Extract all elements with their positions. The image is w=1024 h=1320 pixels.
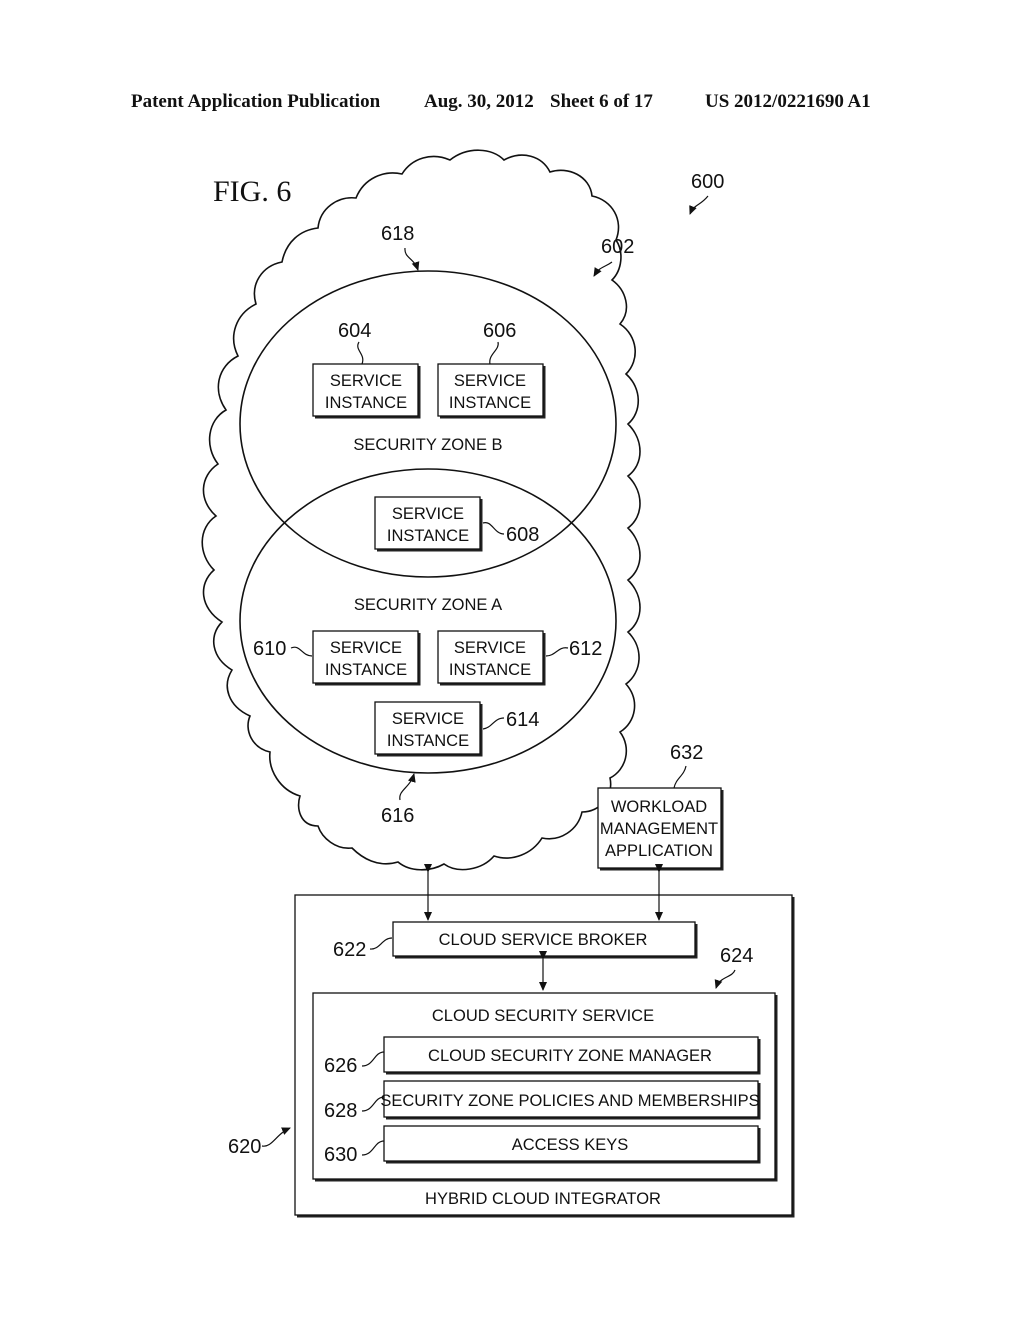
broker-label: CLOUD SERVICE BROKER <box>439 931 648 949</box>
instance-label-line2: INSTANCE <box>325 661 407 679</box>
figure-title: FIG. 6 <box>213 175 291 208</box>
workload-ref-632: 632 <box>670 742 703 764</box>
leader-line-606 <box>489 341 499 365</box>
leader-arrow-624 <box>714 969 736 989</box>
broker-ref-622: 622 <box>333 939 366 961</box>
service-instance-610: SERVICE INSTANCE <box>312 630 421 686</box>
figure-ref-600: 600 <box>691 171 724 193</box>
leader-line-614 <box>482 717 505 730</box>
instance-label-line2: INSTANCE <box>449 394 531 412</box>
service-instance-606: SERVICE INSTANCE <box>437 363 546 419</box>
leader-arrow-620 <box>261 1127 291 1147</box>
workload-label-line2: MANAGEMENT <box>600 820 718 838</box>
instance-ref-614: 614 <box>506 709 539 731</box>
instance-label-line1: SERVICE <box>392 710 464 728</box>
instance-label-line1: SERVICE <box>330 372 402 390</box>
leader-arrow-616 <box>399 773 416 801</box>
zone-b-ref-618: 618 <box>381 223 414 245</box>
service-instance-604: SERVICE INSTANCE <box>312 363 421 419</box>
component-ref-628: 628 <box>324 1100 357 1122</box>
workload-management-application-box: WORKLOAD MANAGEMENT APPLICATION <box>597 787 724 871</box>
header-publication-type: Patent Application Publication <box>131 91 381 112</box>
header-date: Aug. 30, 2012 <box>424 91 534 112</box>
instance-ref-610: 610 <box>253 638 286 660</box>
leader-line-610 <box>290 646 313 657</box>
integrator-ref-620: 620 <box>228 1136 261 1158</box>
component-ref-630: 630 <box>324 1144 357 1166</box>
instance-label-line2: INSTANCE <box>325 394 407 412</box>
security-zone-b-label: SECURITY ZONE B <box>353 436 502 454</box>
instance-ref-606: 606 <box>483 320 516 342</box>
patent-figure-6: Patent Application Publication Aug. 30, … <box>131 91 871 1218</box>
cloud-ref-602: 602 <box>601 236 634 258</box>
security-service-ref-624: 624 <box>720 945 753 967</box>
access-keys-box: ACCESS KEYS <box>383 1125 761 1164</box>
component-label: SECURITY ZONE POLICIES AND MEMBERSHIPS <box>380 1092 759 1110</box>
instance-label-line2: INSTANCE <box>449 661 531 679</box>
leader-arrow-618 <box>404 247 420 271</box>
workload-label-line1: WORKLOAD <box>611 798 707 816</box>
instance-ref-604: 604 <box>338 320 371 342</box>
component-ref-626: 626 <box>324 1055 357 1077</box>
security-zone-a-label: SECURITY ZONE A <box>354 596 502 614</box>
header-sheet: Sheet 6 of 17 <box>550 91 653 112</box>
leader-arrow-602 <box>593 261 613 277</box>
security-service-label: CLOUD SECURITY SERVICE <box>432 1007 654 1025</box>
leader-arrow-600 <box>689 195 709 215</box>
instance-label-line1: SERVICE <box>454 639 526 657</box>
service-instance-608: SERVICE INSTANCE <box>374 496 483 552</box>
leader-line-612 <box>545 647 569 657</box>
component-label: CLOUD SECURITY ZONE MANAGER <box>428 1047 712 1065</box>
component-label: ACCESS KEYS <box>512 1136 628 1154</box>
leader-line-632 <box>673 765 687 789</box>
leader-line-604 <box>357 341 364 365</box>
zone-a-ref-616: 616 <box>381 805 414 827</box>
instance-ref-608: 608 <box>506 524 539 546</box>
instance-label-line1: SERVICE <box>454 372 526 390</box>
instance-ref-612: 612 <box>569 638 602 660</box>
workload-label-line3: APPLICATION <box>605 842 713 860</box>
instance-label-line2: INSTANCE <box>387 732 469 750</box>
service-instance-612: SERVICE INSTANCE <box>437 630 546 686</box>
leader-line-608 <box>482 522 505 535</box>
instance-label-line1: SERVICE <box>330 639 402 657</box>
header-patent-number: US 2012/0221690 A1 <box>705 91 871 112</box>
leader-line-622 <box>369 937 393 950</box>
integrator-label: HYBRID CLOUD INTEGRATOR <box>425 1190 661 1208</box>
instance-label-line1: SERVICE <box>392 505 464 523</box>
security-zone-policies-box: SECURITY ZONE POLICIES AND MEMBERSHIPS <box>380 1080 761 1120</box>
cloud-service-broker-box: CLOUD SERVICE BROKER <box>392 921 698 959</box>
cloud-security-zone-manager-box: CLOUD SECURITY ZONE MANAGER <box>383 1036 761 1075</box>
service-instance-614: SERVICE INSTANCE <box>374 701 483 757</box>
instance-label-line2: INSTANCE <box>387 527 469 545</box>
